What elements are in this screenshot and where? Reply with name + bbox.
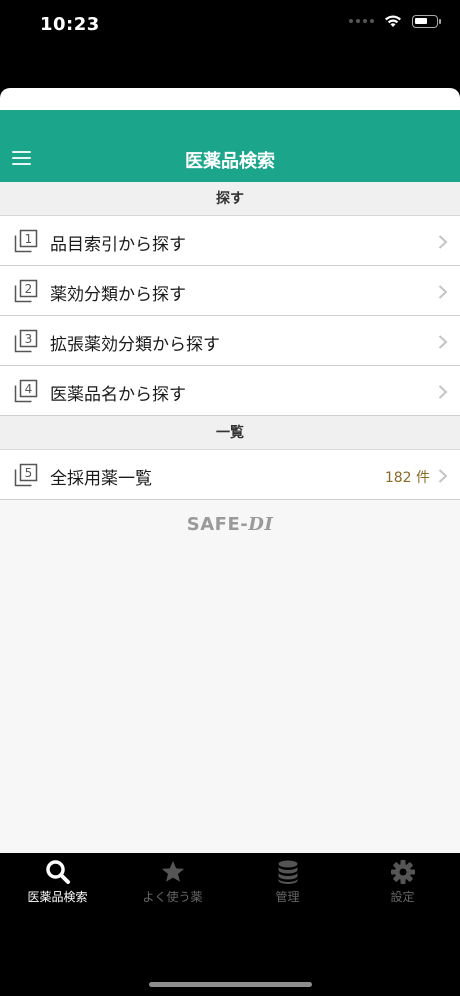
database-icon	[278, 860, 297, 884]
star-icon	[161, 861, 184, 882]
svg-text:4: 4	[25, 382, 33, 396]
section-header-search: 探す	[0, 182, 460, 216]
list-item-label: 拡張薬効分類から探す	[50, 335, 220, 355]
chevron-right-icon	[438, 469, 448, 483]
svg-text:5: 5	[25, 466, 33, 480]
tab-settings[interactable]: 設定	[345, 859, 460, 911]
list-item-efficacy-search[interactable]: 2 薬効分類から探す	[0, 266, 460, 316]
tab-bar: 医薬品検索 よく使う薬 管理 設定	[0, 853, 460, 996]
status-time: 10:23	[40, 14, 100, 35]
list-item-extended-efficacy-search[interactable]: 3 拡張薬効分類から探す	[0, 316, 460, 366]
search-icon	[45, 860, 70, 884]
list-item-index-search[interactable]: 1 品目索引から探す	[0, 216, 460, 266]
tab-label: よく使う薬	[142, 890, 203, 904]
wifi-icon	[385, 15, 401, 27]
numbered-box-icon: 1	[14, 229, 38, 253]
battery-icon	[412, 14, 441, 28]
svg-text:2: 2	[25, 282, 33, 296]
drug-count: 182 件	[384, 470, 430, 486]
list-item-label: 薬効分類から探す	[50, 285, 186, 305]
status-indicators	[349, 14, 441, 28]
nav-bar: 医薬品検索	[0, 110, 460, 182]
tab-label: 設定	[390, 890, 415, 904]
svg-text:3: 3	[25, 332, 33, 346]
tab-label: 医薬品検索	[27, 890, 88, 904]
cellular-signal-icon	[349, 19, 374, 23]
numbered-box-icon: 5	[14, 463, 38, 487]
list-item-drug-name-search[interactable]: 4 医薬品名から探す	[0, 366, 460, 416]
numbered-box-icon: 3	[14, 329, 38, 353]
chevron-right-icon	[438, 385, 448, 399]
page-title: 医薬品検索	[185, 151, 275, 172]
tab-drug-search[interactable]: 医薬品検索	[0, 859, 115, 911]
chevron-right-icon	[438, 235, 448, 249]
gear-icon	[390, 860, 415, 884]
tab-management[interactable]: 管理	[230, 859, 345, 911]
list-item-label: 品目索引から探す	[50, 235, 186, 255]
status-bar: 10:23	[0, 0, 460, 50]
chevron-right-icon	[438, 285, 448, 299]
home-indicator[interactable]	[149, 982, 312, 987]
list-item-all-drugs[interactable]: 5 全採用薬一覧 182 件	[0, 450, 460, 500]
tab-label: 管理	[275, 890, 300, 904]
safe-di-logo: SAFE-DI	[0, 514, 460, 535]
logo-main: SAFE-	[186, 514, 249, 535]
numbered-box-icon: 4	[14, 379, 38, 403]
list-item-label: 医薬品名から探す	[50, 385, 186, 405]
logo-accent: DI	[248, 514, 274, 535]
list-item-label: 全採用薬一覧	[50, 469, 152, 489]
section-header-list: 一覧	[0, 416, 460, 450]
tab-favorites[interactable]: よく使う薬	[115, 859, 230, 911]
svg-text:1: 1	[25, 232, 33, 246]
content: 探す 1 品目索引から探す 2 薬効分類から探す 3 拡張薬効分類から探す 4 …	[0, 182, 460, 853]
chevron-right-icon	[438, 335, 448, 349]
numbered-box-icon: 2	[14, 279, 38, 303]
